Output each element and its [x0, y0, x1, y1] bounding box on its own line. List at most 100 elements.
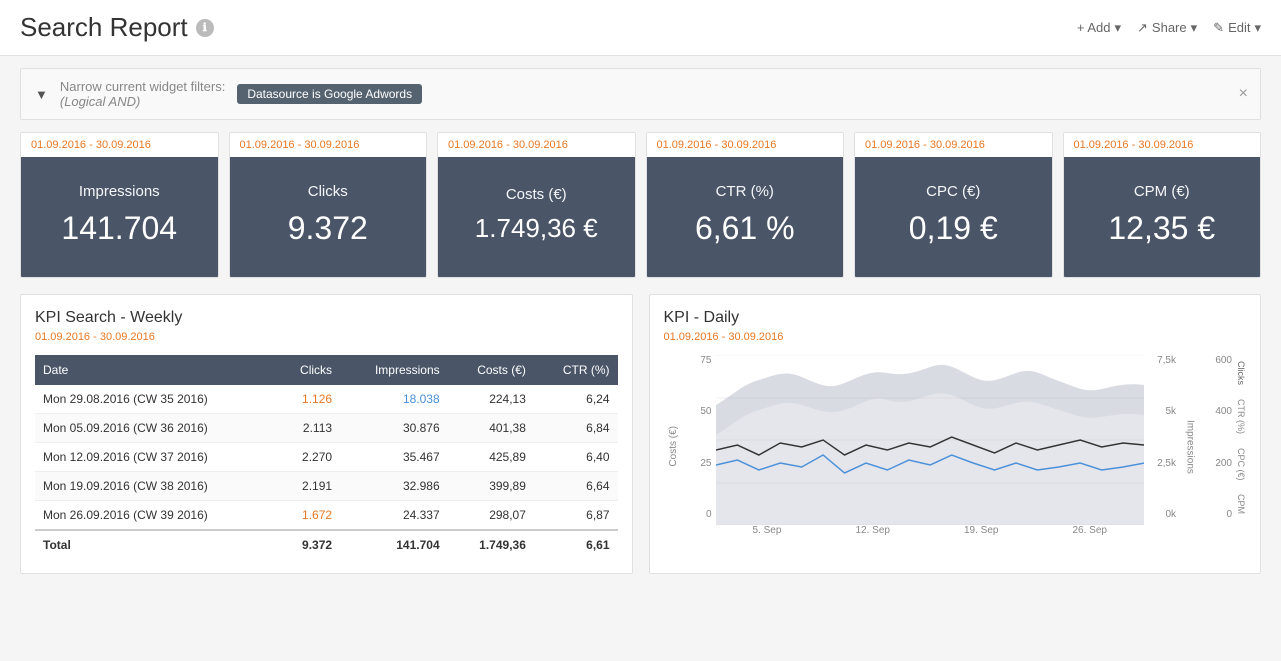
row-ctr: 6,87 [534, 501, 618, 531]
filter-sublabel: (Logical AND) [60, 94, 140, 109]
kpi-card-clicks: 01.09.2016 - 30.09.2016 Clicks 9.372 [229, 132, 428, 278]
table-total-row: Total 9.372 141.704 1.749,36 6,61 [35, 530, 618, 559]
row-ctr: 6,24 [534, 385, 618, 414]
col-costs: Costs (€) [448, 355, 534, 385]
edit-icon: ✎ [1213, 20, 1224, 36]
table-panel-date: 01.09.2016 - 30.09.2016 [35, 331, 618, 343]
row-ctr: 6,64 [534, 472, 618, 501]
chart-panel: KPI - Daily 01.09.2016 - 30.09.2016 Cost… [649, 294, 1262, 574]
kpi-body-clicks: Clicks 9.372 [230, 157, 427, 277]
row-clicks: 2.113 [276, 414, 340, 443]
kpi-value-costs: 1.749,36 € [475, 213, 598, 244]
kpi-table: Date Clicks Impressions Costs (€) CTR (%… [35, 355, 618, 559]
col-clicks: Clicks [276, 355, 340, 385]
kpi-date-cpm: 01.09.2016 - 30.09.2016 [1064, 133, 1261, 157]
row-costs: 224,13 [448, 385, 534, 414]
row-impressions: 18.038 [340, 385, 448, 414]
kpi-label-cpc: CPC (€) [926, 183, 980, 200]
edit-label: Edit [1228, 20, 1250, 35]
filter-close-button[interactable]: × [1239, 85, 1248, 103]
kpi-date-ctr: 01.09.2016 - 30.09.2016 [647, 133, 844, 157]
row-clicks: 1.126 [276, 385, 340, 414]
y-right-labels: 7,5k 5k 2,5k 0k [1148, 355, 1176, 538]
table-row: Mon 05.09.2016 (CW 36 2016) 2.113 30.876… [35, 414, 618, 443]
kpi-label-ctr: CTR (%) [716, 183, 774, 200]
col-ctr: CTR (%) [534, 355, 618, 385]
chart-area [716, 355, 1145, 525]
kpi-date-cpc: 01.09.2016 - 30.09.2016 [855, 133, 1052, 157]
y-axis-left-label: Costs (€) [668, 426, 679, 467]
filter-label-text: Narrow current widget filters: [60, 79, 225, 94]
add-button[interactable]: + Add ▾ [1077, 20, 1121, 36]
kpi-value-cpm: 12,35 € [1108, 210, 1215, 247]
kpi-body-cpm: CPM (€) 12,35 € [1064, 157, 1261, 277]
row-costs: 399,89 [448, 472, 534, 501]
row-ctr: 6,40 [534, 443, 618, 472]
row-date: Mon 29.08.2016 (CW 35 2016) [35, 385, 276, 414]
chevron-down-icon: ▾ [1191, 20, 1198, 36]
row-impressions: 30.876 [340, 414, 448, 443]
filter-label: Narrow current widget filters: (Logical … [60, 79, 225, 109]
chevron-down-icon: ▾ [1114, 20, 1121, 36]
table-row: Mon 29.08.2016 (CW 35 2016) 1.126 18.038… [35, 385, 618, 414]
table-row: Mon 19.09.2016 (CW 38 2016) 2.191 32.986… [35, 472, 618, 501]
info-icon[interactable]: ℹ [196, 19, 214, 37]
total-clicks: 9.372 [276, 530, 340, 559]
kpi-date-clicks: 01.09.2016 - 30.09.2016 [230, 133, 427, 157]
table-row: Mon 12.09.2016 (CW 37 2016) 2.270 35.467… [35, 443, 618, 472]
page-title: Search Report ℹ [20, 12, 214, 43]
total-ctr: 6,61 [534, 530, 618, 559]
total-costs: 1.749,36 [448, 530, 534, 559]
header-actions: + Add ▾ ↗ Share ▾ ✎ Edit ▾ [1077, 20, 1261, 36]
kpi-label-costs: Costs (€) [506, 186, 567, 203]
legend-cpm: CPM [1236, 494, 1246, 514]
kpi-date-impressions: 01.09.2016 - 30.09.2016 [21, 133, 218, 157]
kpi-date-costs: 01.09.2016 - 30.09.2016 [438, 133, 635, 157]
total-label: Total [35, 530, 276, 559]
kpi-label-cpm: CPM (€) [1134, 183, 1190, 200]
table-panel: KPI Search - Weekly 01.09.2016 - 30.09.2… [20, 294, 633, 574]
kpi-body-impressions: Impressions 141.704 [21, 157, 218, 277]
chart-legend: Clicks CTR (%) CPC (€) CPM [1236, 355, 1246, 538]
share-button[interactable]: ↗ Share ▾ [1137, 20, 1197, 36]
kpi-value-ctr: 6,61 % [695, 210, 795, 247]
chart-panel-title: KPI - Daily [664, 309, 1247, 327]
page-header: Search Report ℹ + Add ▾ ↗ Share ▾ ✎ Edit… [0, 0, 1281, 56]
kpi-card-costs: 01.09.2016 - 30.09.2016 Costs (€) 1.749,… [437, 132, 636, 278]
row-clicks: 2.191 [276, 472, 340, 501]
bottom-panels: KPI Search - Weekly 01.09.2016 - 30.09.2… [0, 294, 1281, 574]
kpi-label-impressions: Impressions [79, 183, 160, 200]
legend-clicks: Clicks [1236, 361, 1246, 385]
row-costs: 298,07 [448, 501, 534, 531]
chevron-down-icon: ▾ [1254, 20, 1261, 36]
kpi-body-cpc: CPC (€) 0,19 € [855, 157, 1052, 277]
filter-icon: ▼ [35, 87, 48, 102]
row-clicks: 1.672 [276, 501, 340, 531]
x-axis-labels: 5. Sep 12. Sep 19. Sep 26. Sep [716, 525, 1145, 538]
row-costs: 425,89 [448, 443, 534, 472]
kpi-label-clicks: Clicks [308, 183, 348, 200]
kpi-value-cpc: 0,19 € [909, 210, 998, 247]
kpi-card-ctr: 01.09.2016 - 30.09.2016 CTR (%) 6,61 % [646, 132, 845, 278]
row-date: Mon 19.09.2016 (CW 38 2016) [35, 472, 276, 501]
share-icon: ↗ [1137, 20, 1148, 36]
legend-ctr: CTR (%) [1236, 399, 1246, 434]
filter-tag[interactable]: Datasource is Google Adwords [237, 84, 422, 104]
add-label: + Add [1077, 20, 1111, 35]
share-label: Share [1152, 20, 1187, 35]
row-costs: 401,38 [448, 414, 534, 443]
row-impressions: 32.986 [340, 472, 448, 501]
filter-bar: ▼ Narrow current widget filters: (Logica… [20, 68, 1261, 120]
kpi-card-cpc: 01.09.2016 - 30.09.2016 CPC (€) 0,19 € [854, 132, 1053, 278]
kpi-body-ctr: CTR (%) 6,61 % [647, 157, 844, 277]
total-impressions: 141.704 [340, 530, 448, 559]
edit-button[interactable]: ✎ Edit ▾ [1213, 20, 1261, 36]
kpi-body-costs: Costs (€) 1.749,36 € [438, 157, 635, 277]
row-impressions: 24.337 [340, 501, 448, 531]
row-ctr: 6,84 [534, 414, 618, 443]
chart-svg [716, 355, 1145, 525]
kpi-value-impressions: 141.704 [61, 210, 177, 247]
kpi-value-clicks: 9.372 [288, 210, 368, 247]
title-text: Search Report [20, 12, 188, 43]
row-date: Mon 05.09.2016 (CW 36 2016) [35, 414, 276, 443]
